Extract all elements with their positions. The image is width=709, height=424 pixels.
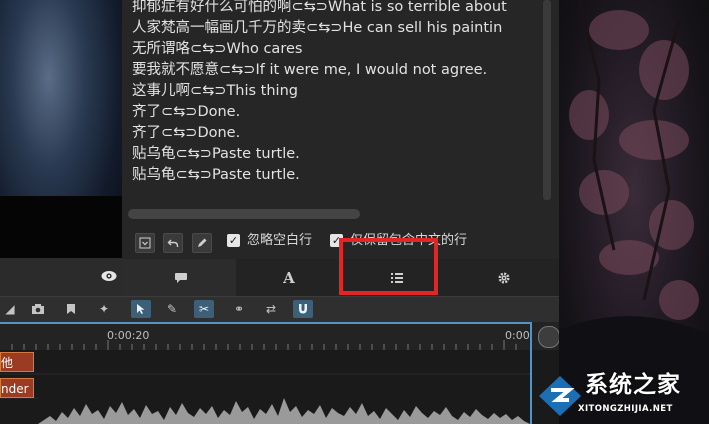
subtitle-clip[interactable]: nder — [0, 378, 34, 398]
ignore-blank-label: 忽略空白行 — [247, 233, 313, 248]
edit-icon[interactable]: ✎ — [162, 300, 182, 318]
ignore-blank-checkbox[interactable]: ✓ — [227, 234, 240, 247]
watermark-title: 系统之家 — [585, 372, 681, 398]
subtitle-list[interactable]: 抑郁症有好什么可怕的啊⊂⇆⊃What is so terrible about … — [132, 0, 537, 195]
pencil-icon[interactable] — [192, 233, 212, 253]
watermark-url: XITONGZHIJIA.NET — [578, 404, 673, 414]
horizontal-scrollbar[interactable] — [128, 209, 360, 219]
ripple-icon[interactable]: ◢ — [0, 300, 20, 318]
audio-waveform — [38, 394, 530, 424]
undo-icon[interactable] — [163, 233, 183, 253]
background-photo — [559, 0, 709, 424]
zoom-handle[interactable] — [538, 326, 560, 348]
subtitle-line[interactable]: 贴乌龟⊂⇆⊃Paste turtle. — [132, 165, 300, 186]
subtitle-line[interactable]: 贴乌龟⊂⇆⊃Paste turtle. — [132, 144, 300, 165]
subtitle-line[interactable]: 无所谓咯⊂⇆⊃Who cares — [132, 39, 302, 60]
subtitle-line[interactable]: 这事儿啊⊂⇆⊃This thing — [132, 81, 298, 102]
subtitle-clip[interactable]: 他最… — [0, 352, 34, 372]
gear-icon[interactable] — [493, 268, 515, 288]
video-letterbox — [0, 196, 122, 258]
subtitle-line[interactable]: 齐了⊂⇆⊃Done. — [132, 123, 240, 144]
ruler-time-label: 0:00:20 — [107, 329, 150, 342]
speech-bubble-icon[interactable] — [170, 268, 192, 288]
font-A-icon[interactable]: A — [278, 268, 300, 288]
vertical-scrollbar[interactable] — [543, 0, 551, 200]
eye-icon[interactable] — [101, 270, 117, 284]
playhead[interactable] — [530, 322, 532, 424]
timeline-ruler[interactable] — [0, 322, 559, 350]
pointer-icon[interactable] — [131, 300, 151, 318]
dropdown-icon[interactable] — [135, 233, 155, 253]
link-icon[interactable]: ⚭ — [229, 300, 249, 318]
ruler-time-label: 0:00 — [505, 329, 530, 342]
swap-arrows-icon[interactable]: ⇄ — [261, 300, 281, 318]
subtitle-line[interactable]: 人家梵高一幅画几千万的卖⊂⇆⊃He can sell his paintin — [132, 18, 502, 39]
timeline-range-bar — [0, 322, 532, 324]
subtitle-line[interactable]: 抑郁症有好什么可怕的啊⊂⇆⊃What is so terrible about — [132, 0, 507, 18]
magnet-icon[interactable] — [293, 300, 313, 318]
bookmark-icon[interactable] — [61, 300, 81, 318]
subtitle-line[interactable]: 齐了⊂⇆⊃Done. — [132, 102, 240, 123]
scissors-icon[interactable]: ✂ — [194, 300, 214, 318]
camera-icon[interactable] — [28, 300, 48, 318]
subtitle-line[interactable]: 要我就不愿意⊂⇆⊃If it were me, I would not agre… — [132, 60, 487, 81]
highlight-annotation-box — [339, 238, 438, 295]
magic-wand-icon[interactable]: ✦ — [94, 300, 114, 318]
